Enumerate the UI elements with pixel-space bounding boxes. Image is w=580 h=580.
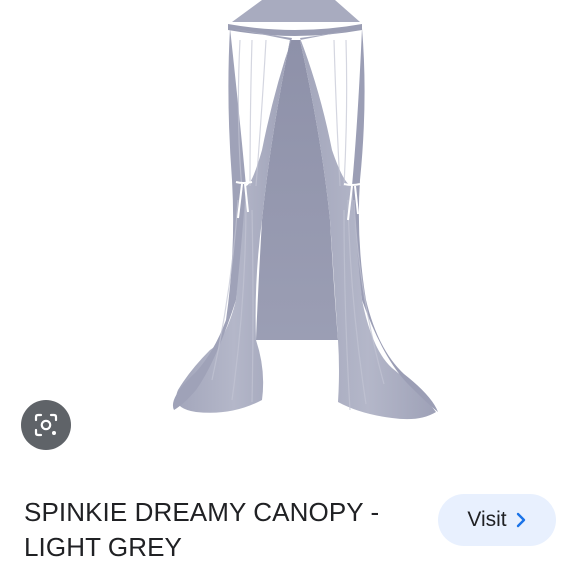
product-image[interactable]: [0, 0, 580, 470]
visit-label: Visit: [467, 508, 507, 531]
image-result-page: SPINKIE DREAMY CANOPY - LIGHT GREY Visit: [0, 0, 580, 580]
lens-search-button[interactable]: [21, 400, 71, 450]
visit-button[interactable]: Visit: [438, 494, 556, 546]
lens-search-icon: [32, 411, 60, 439]
product-title[interactable]: SPINKIE DREAMY CANOPY - LIGHT GREY: [24, 495, 414, 565]
chevron-right-icon: [515, 512, 527, 528]
